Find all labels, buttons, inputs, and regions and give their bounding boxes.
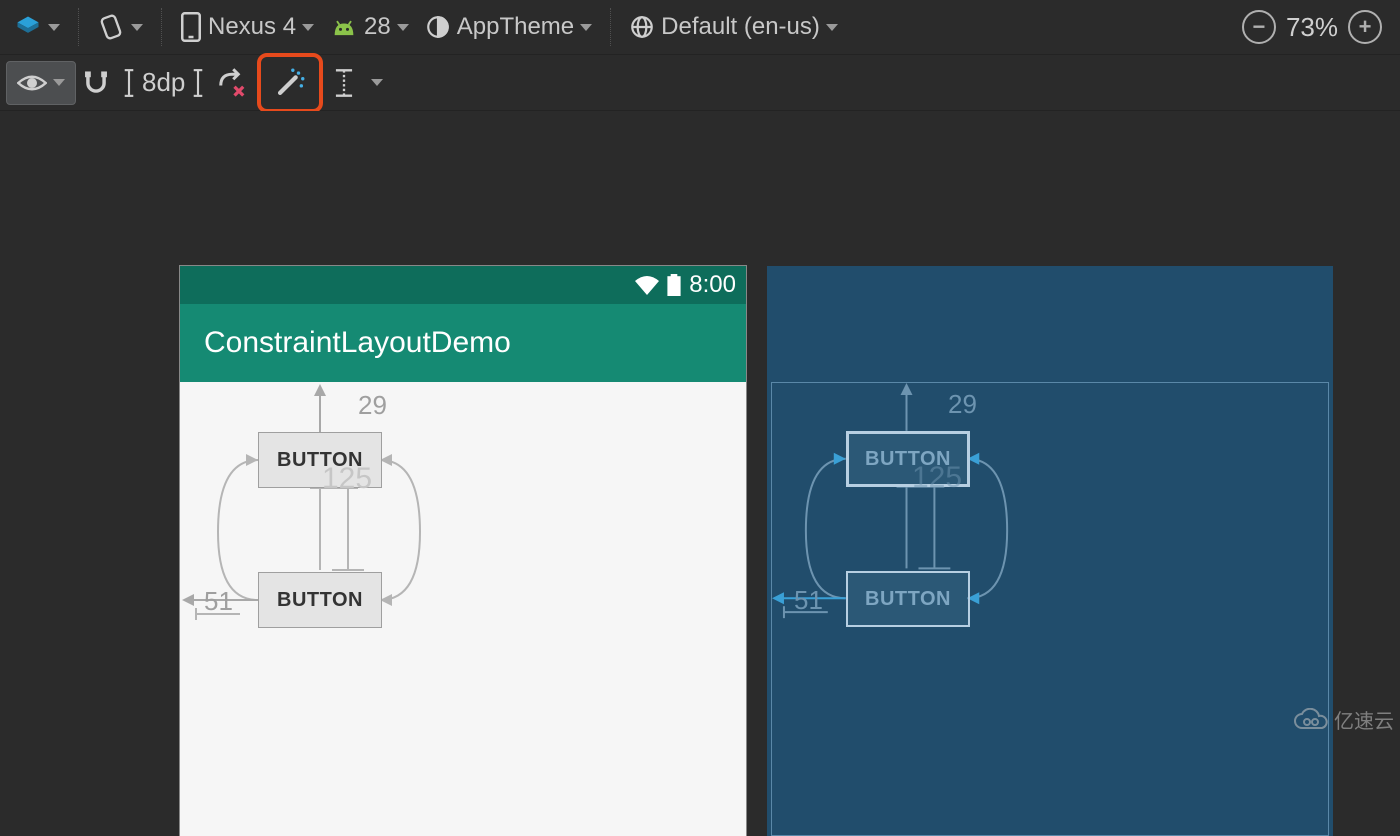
- watermark-text: 亿速云: [1334, 705, 1394, 734]
- battery-icon: [667, 274, 681, 296]
- chevron-down-icon: [302, 24, 314, 31]
- margin-left-label: 51: [204, 586, 233, 617]
- locale-label: Default (en-us): [661, 13, 820, 41]
- margin-icon: [122, 68, 136, 98]
- phone-icon: [180, 12, 202, 42]
- blueprint-button-2[interactable]: BUTTON: [846, 571, 970, 627]
- zoom-controls: − 73% +: [1242, 10, 1382, 44]
- theme-label: AppTheme: [457, 13, 574, 41]
- layers-icon: [14, 13, 42, 41]
- surface-dropdown[interactable]: [6, 7, 68, 47]
- zoom-in-button[interactable]: +: [1348, 10, 1382, 44]
- api-dropdown[interactable]: 28: [322, 7, 417, 47]
- button-label: BUTTON: [865, 588, 951, 611]
- wifi-icon: [635, 275, 659, 295]
- preview-button-2[interactable]: BUTTON: [258, 572, 382, 628]
- status-bar: 8:00: [180, 266, 746, 304]
- infer-constraints-button[interactable]: [257, 53, 323, 113]
- api-label: 28: [364, 13, 391, 41]
- bp-center-dim-label: 125: [912, 461, 962, 495]
- blueprint-body[interactable]: BUTTON BUTTON 29 125 51: [771, 382, 1329, 836]
- default-margin-dropdown[interactable]: 8dp: [116, 63, 211, 103]
- app-title: ConstraintLayoutDemo: [204, 326, 511, 360]
- design-preview-frame: 8:00 ConstraintLayoutDemo: [180, 266, 746, 836]
- device-label: Nexus 4: [208, 13, 296, 41]
- clear-constraints-icon: [217, 68, 247, 98]
- margin-icon: [191, 68, 205, 98]
- chevron-down-icon: [131, 24, 143, 31]
- cloud-icon: [1292, 708, 1330, 732]
- device-dropdown[interactable]: Nexus 4: [172, 7, 322, 47]
- clear-constraints-button[interactable]: [211, 63, 253, 103]
- design-body[interactable]: BUTTON BUTTON 29 125 51: [180, 382, 746, 836]
- orientation-dropdown[interactable]: [89, 7, 151, 47]
- center-dim-label: 125: [322, 462, 372, 496]
- margin-top-label: 29: [358, 390, 387, 421]
- chevron-down-icon: [48, 24, 60, 31]
- globe-icon: [629, 14, 655, 40]
- layout-canvas[interactable]: 8:00 ConstraintLayoutDemo: [0, 111, 1400, 738]
- bp-margin-left-label: 51: [794, 585, 823, 616]
- config-toolbar: Nexus 4 28 AppTheme Default (en-us) − 73…: [0, 0, 1400, 55]
- button-label: BUTTON: [277, 589, 363, 612]
- chevron-down-icon: [826, 24, 838, 31]
- align-icon: [333, 68, 355, 98]
- android-icon: [330, 16, 358, 38]
- watermark: 亿速云: [1292, 705, 1394, 734]
- chevron-down-icon: [580, 24, 592, 31]
- pack-dropdown[interactable]: [327, 63, 389, 103]
- margin-label: 8dp: [142, 67, 185, 98]
- chevron-down-icon: [397, 24, 409, 31]
- magic-wand-icon: [273, 66, 307, 100]
- zoom-out-button[interactable]: −: [1242, 10, 1276, 44]
- theme-icon: [425, 14, 451, 40]
- zoom-label: 73%: [1286, 12, 1338, 43]
- theme-dropdown[interactable]: AppTheme: [417, 7, 600, 47]
- separator: [161, 8, 162, 46]
- autoconnect-toggle[interactable]: [76, 63, 116, 103]
- rotate-icon: [97, 13, 125, 41]
- chevron-down-icon: [371, 79, 383, 86]
- locale-dropdown[interactable]: Default (en-us): [621, 7, 846, 47]
- design-toolbar: 8dp: [0, 55, 1400, 111]
- status-time: 8:00: [689, 271, 736, 299]
- separator: [78, 8, 79, 46]
- blueprint-frame: BUTTON BUTTON 29 125 51: [767, 266, 1333, 836]
- eye-icon: [17, 73, 47, 93]
- app-bar: ConstraintLayoutDemo: [180, 304, 746, 382]
- separator: [610, 8, 611, 46]
- view-options-dropdown[interactable]: [6, 61, 76, 105]
- bp-margin-top-label: 29: [948, 389, 977, 420]
- magnet-icon: [82, 68, 110, 98]
- chevron-down-icon: [53, 79, 65, 86]
